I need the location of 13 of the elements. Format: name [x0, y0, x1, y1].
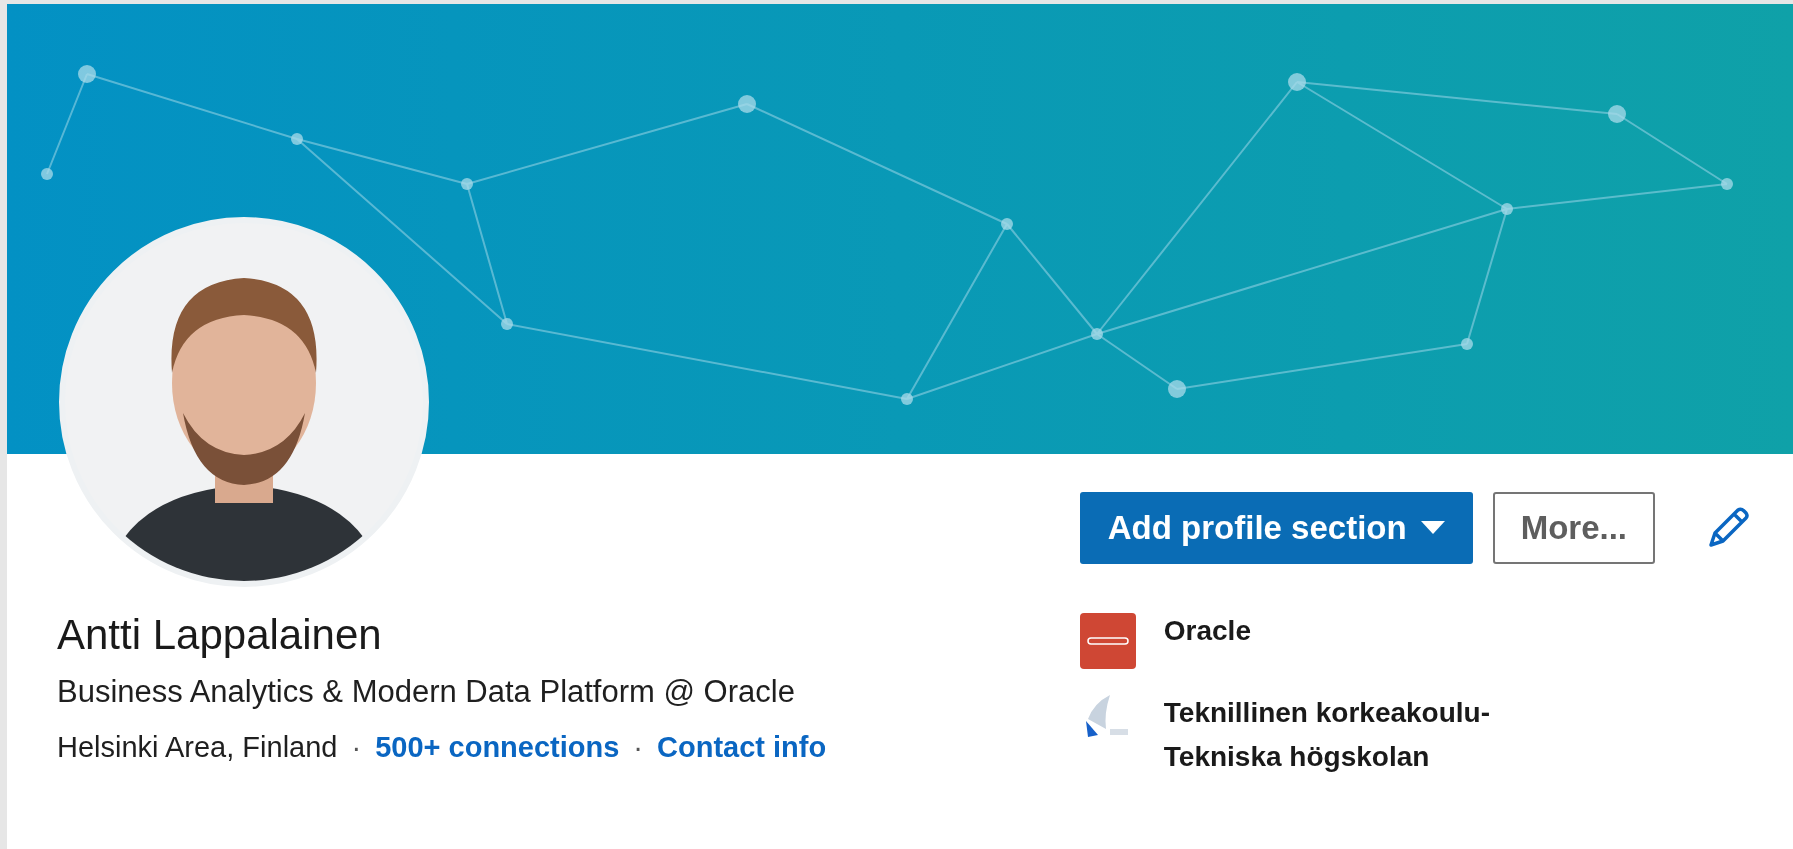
separator-dot: ·: [351, 730, 362, 765]
more-button[interactable]: More...: [1492, 492, 1655, 564]
separator-dot: ·: [633, 730, 643, 765]
add-section-button[interactable]: Add profile section: [1079, 492, 1473, 564]
company-name[interactable]: Oracle: [1163, 609, 1524, 653]
school-name[interactable]: Teknillinen korkeakoulu-Tekniska högskolan: [1163, 691, 1524, 779]
location-text: Helsinki Area, Finland: [57, 730, 338, 765]
profile-link[interactable]: 500+ connections: [375, 728, 620, 766]
profile-name: Antti Lappalainen: [57, 610, 383, 660]
profile-link[interactable]: Contact info: [657, 728, 827, 766]
profile-headline: Business Analytics & Modern Data Platform @ Oracle: [57, 673, 796, 711]
company-logo-icon: [1079, 613, 1136, 669]
caret-icon: [1420, 521, 1445, 535]
